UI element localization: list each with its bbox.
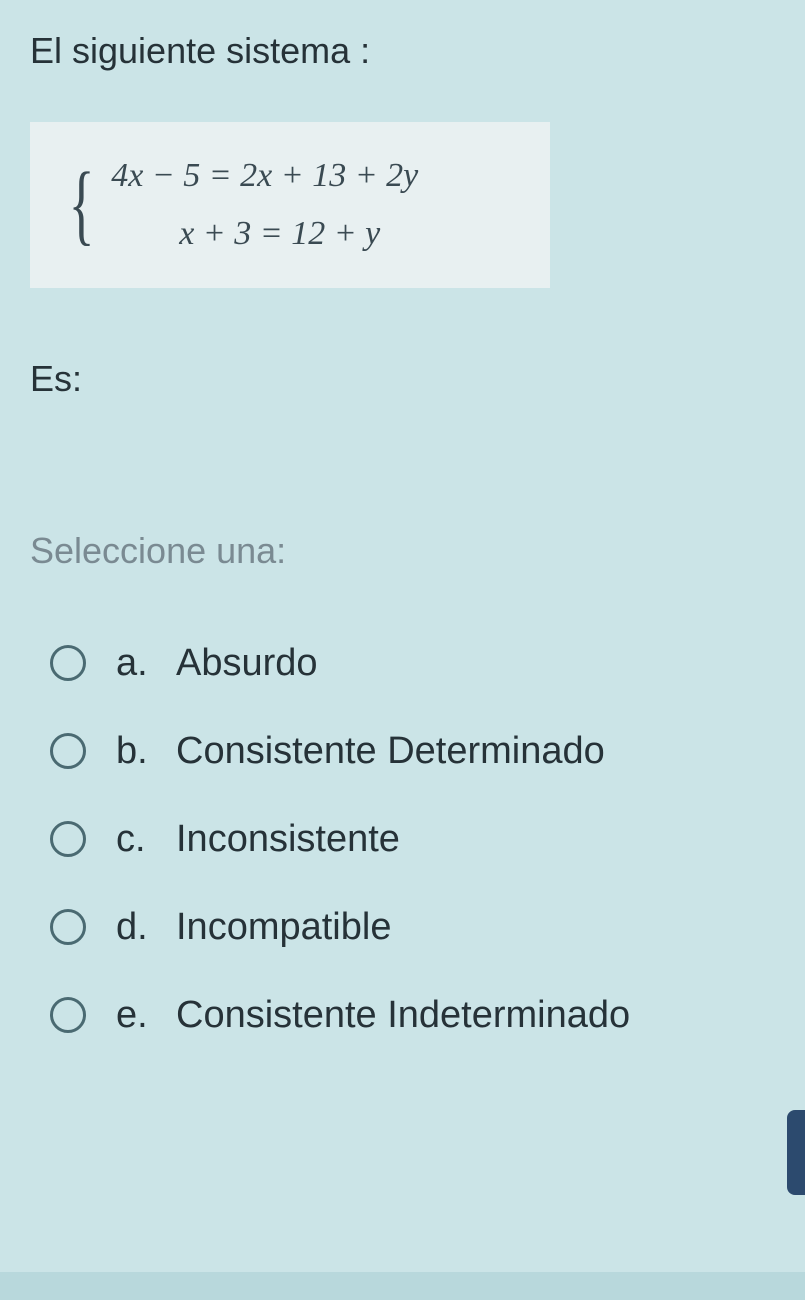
- option-letter: c.: [116, 818, 176, 861]
- radio-icon[interactable]: [50, 733, 86, 769]
- option-text: Inconsistente: [176, 818, 400, 861]
- option-text: Absurdo: [176, 642, 318, 685]
- option-e[interactable]: e. Consistente Indeterminado: [50, 994, 775, 1037]
- es-label: Es:: [30, 358, 775, 400]
- option-c[interactable]: c. Inconsistente: [50, 818, 775, 861]
- options-list: a. Absurdo b. Consistente Determinado c.…: [30, 642, 775, 1037]
- option-letter: b.: [116, 730, 176, 773]
- option-d[interactable]: d. Incompatible: [50, 906, 775, 949]
- bottom-bar: [0, 1272, 805, 1300]
- equation-system-box: { 4x − 5 = 2x + 13 + 2y x + 3 = 12 + y: [30, 122, 550, 288]
- option-text: Consistente Determinado: [176, 730, 605, 773]
- left-brace-icon: {: [69, 167, 95, 244]
- option-a[interactable]: a. Absurdo: [50, 642, 775, 685]
- radio-icon[interactable]: [50, 997, 86, 1033]
- option-letter: d.: [116, 906, 176, 949]
- option-text: Consistente Indeterminado: [176, 994, 630, 1037]
- equation-1: 4x − 5 = 2x + 13 + 2y: [111, 147, 418, 205]
- option-letter: a.: [116, 642, 176, 685]
- option-b[interactable]: b. Consistente Determinado: [50, 730, 775, 773]
- question-intro: El siguiente sistema :: [30, 30, 775, 72]
- radio-icon[interactable]: [50, 909, 86, 945]
- equation-2: x + 3 = 12 + y: [111, 205, 418, 263]
- select-one-label: Seleccione una:: [30, 530, 775, 572]
- radio-icon[interactable]: [50, 821, 86, 857]
- option-text: Incompatible: [176, 906, 391, 949]
- side-tab[interactable]: [787, 1110, 805, 1195]
- option-letter: e.: [116, 994, 176, 1037]
- radio-icon[interactable]: [50, 645, 86, 681]
